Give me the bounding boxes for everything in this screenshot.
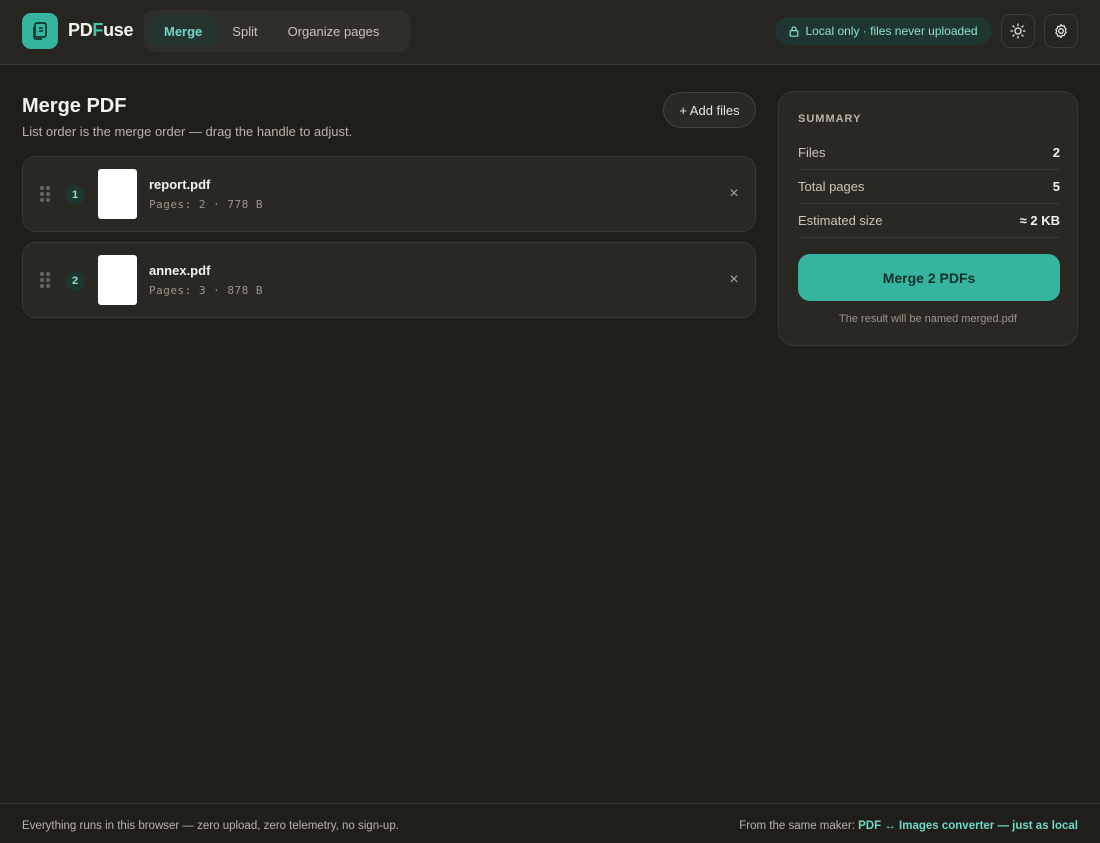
- summary-label: Estimated size: [798, 213, 883, 228]
- settings-button[interactable]: [1044, 14, 1078, 48]
- tab-split[interactable]: Split: [217, 15, 272, 47]
- document-icon: [33, 22, 47, 40]
- page-subtitle: List order is the merge order — drag the…: [22, 124, 353, 139]
- tab-merge[interactable]: Merge: [149, 15, 218, 47]
- page-title: Merge PDF: [22, 95, 127, 117]
- summary-value: ≈ 2 KB: [1019, 213, 1060, 228]
- local-only-badge: Local only · files never uploaded: [775, 17, 992, 45]
- remove-file-icon[interactable]: ×: [726, 185, 742, 203]
- top-bar: PDFuse Merge Split Organize pages Local …: [0, 0, 1100, 65]
- summary-label: Total pages: [798, 179, 865, 194]
- app-logo[interactable]: [22, 13, 58, 49]
- summary-value: 5: [1052, 179, 1060, 194]
- file-row: 1 report.pdf Pages: 2 · 778 B ×: [22, 156, 756, 232]
- summary-row-estimated-size: Estimated size ≈ 2 KB: [798, 204, 1060, 238]
- file-meta: Pages: 2 · 778 B: [149, 198, 263, 211]
- add-files-button[interactable]: + Add files: [663, 92, 756, 128]
- result-filename-note: The result will be named merged.pdf: [839, 313, 1017, 325]
- file-row: 2 annex.pdf Pages: 3 · 878 B ×: [22, 242, 756, 318]
- summary-row-files: Files 2: [798, 136, 1060, 170]
- order-badge: 1: [65, 185, 85, 205]
- file-name: report.pdf: [149, 177, 211, 192]
- summary-value: 2: [1052, 145, 1060, 160]
- theme-toggle-button[interactable]: [1001, 14, 1035, 48]
- drag-handle-icon[interactable]: [40, 186, 50, 202]
- summary-panel: SUMMARY Files 2 Total pages 5 Estimated …: [778, 91, 1078, 346]
- brand-name: PDFuse: [68, 20, 134, 40]
- merge-button[interactable]: Merge 2 PDFs: [798, 254, 1060, 301]
- pdf-thumbnail: [98, 255, 137, 305]
- local-only-text: Local only · files never uploaded: [805, 24, 978, 38]
- summary-row-total-pages: Total pages 5: [798, 170, 1060, 204]
- gear-icon: [1055, 23, 1067, 39]
- lock-icon: [790, 25, 799, 37]
- drag-handle-icon[interactable]: [40, 272, 50, 288]
- order-badge: 2: [65, 271, 85, 291]
- related-tool-prefix: From the same maker:: [739, 820, 859, 832]
- summary-label: Files: [798, 145, 826, 160]
- related-tool-link[interactable]: PDF ↔ Images converter — just as local: [858, 820, 1078, 832]
- file-name: annex.pdf: [149, 263, 211, 278]
- mode-tabs: Merge Split Organize pages: [144, 10, 410, 52]
- pdf-thumbnail: [98, 169, 137, 219]
- privacy-note: Everything runs in this browser — zero u…: [22, 820, 399, 832]
- file-meta: Pages: 3 · 878 B: [149, 284, 263, 297]
- related-tool-note: From the same maker: PDF ↔ Images conver…: [739, 820, 1078, 832]
- tab-organize-pages[interactable]: Organize pages: [273, 15, 395, 47]
- footer: Everything runs in this browser — zero u…: [0, 803, 1100, 843]
- remove-file-icon[interactable]: ×: [726, 271, 742, 289]
- summary-title: SUMMARY: [798, 113, 862, 125]
- sun-icon: [1010, 23, 1026, 39]
